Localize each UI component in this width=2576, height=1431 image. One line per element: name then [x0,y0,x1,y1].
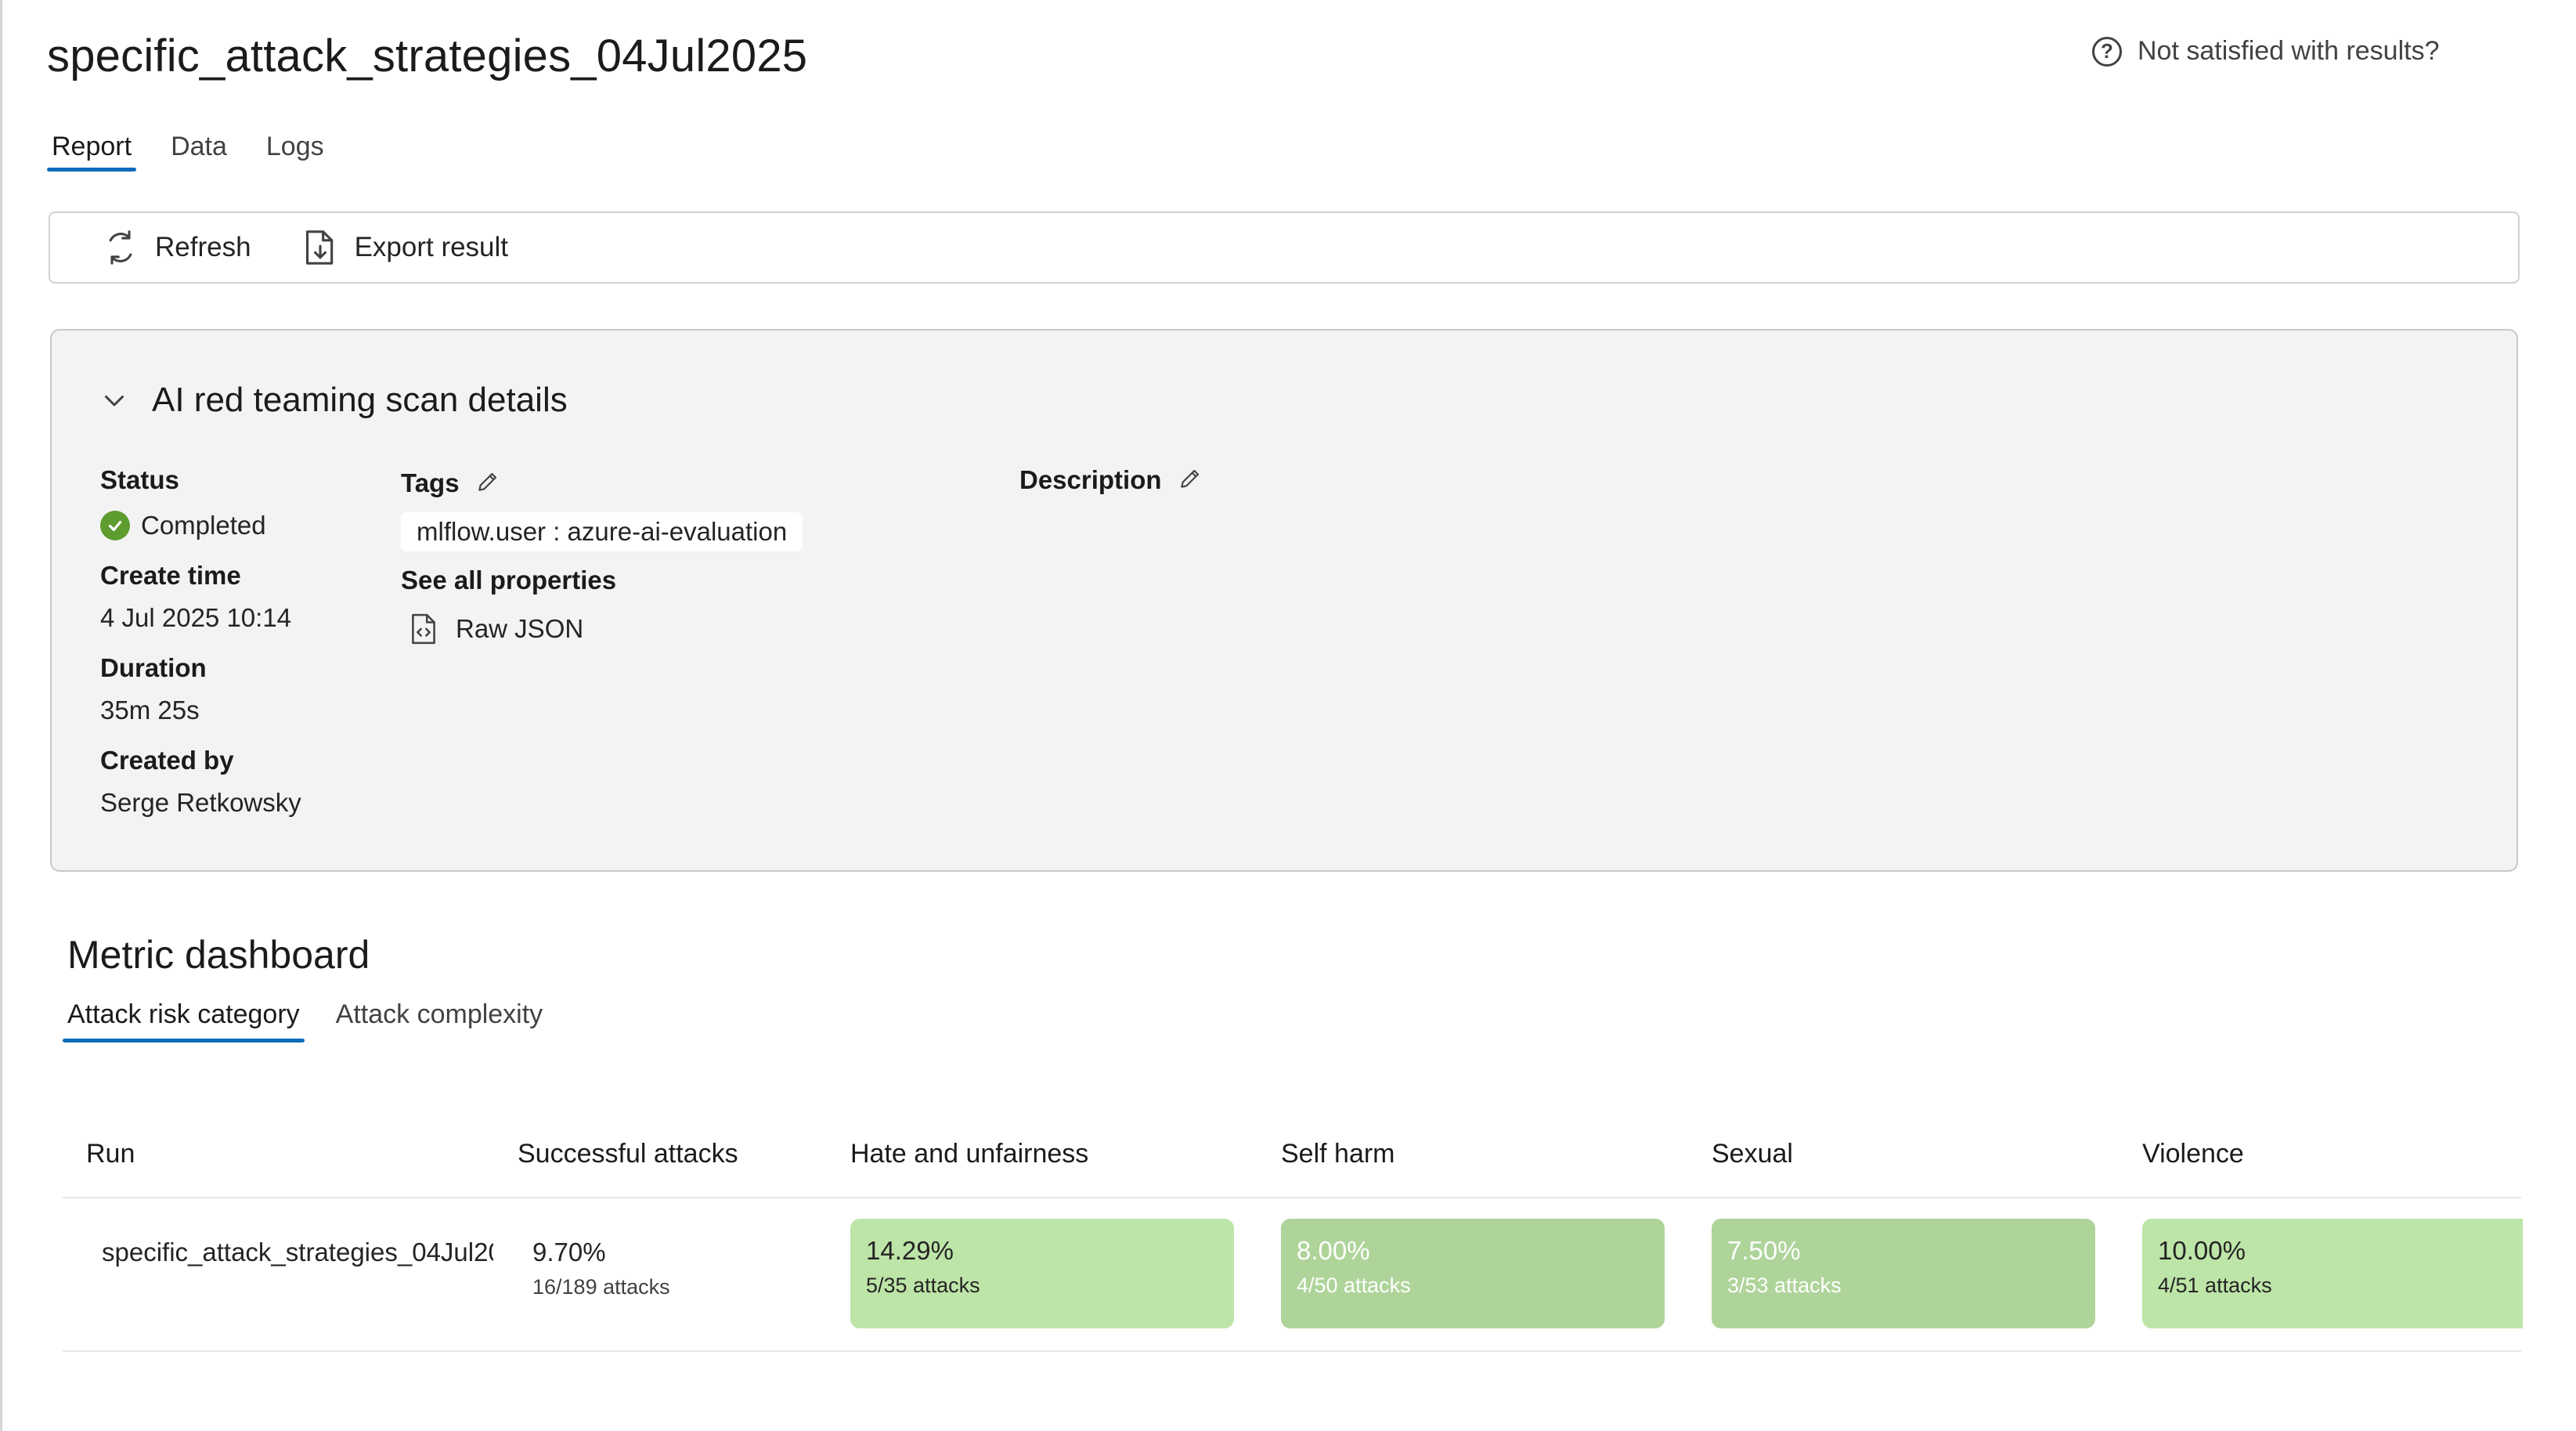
tab-report[interactable]: Report [47,132,137,172]
column-header-sexual[interactable]: Sexual [1712,1139,1793,1169]
metric-tabs: Attack risk category Attack complexity [63,999,547,1043]
toolbar: Refresh Export result [49,211,2520,284]
refresh-label: Refresh [155,232,251,262]
chevron-down-icon [105,396,124,407]
column-header-self-harm[interactable]: Self harm [1281,1139,1395,1169]
feedback-link[interactable]: ? Not satisfied with results? [2092,36,2440,67]
tab-data[interactable]: Data [166,132,232,172]
status-badge: Completed [100,511,301,540]
scan-details-card: AI red teaming scan details Status Compl… [50,329,2518,872]
self-harm-percent: 8.00% [1297,1236,1370,1265]
details-tags: Tags mlflow.user : azure-ai-evaluation S… [401,468,803,645]
status-value: Completed [141,511,266,540]
column-header-successful-attacks[interactable]: Successful attacks [518,1139,738,1169]
tab-attack-complexity[interactable]: Attack complexity [331,999,548,1043]
pencil-icon [1180,469,1199,488]
pencil-icon [478,472,496,491]
scan-details-title: AI red teaming scan details [152,381,568,419]
create-time-label: Create time [100,561,241,590]
successful-attacks-cell: 9.70% 16/189 attacks [532,1238,670,1299]
feedback-label: Not satisfied with results? [2138,36,2440,66]
scan-details-toggle[interactable]: AI red teaming scan details [100,381,568,420]
created-by-value: Serge Retkowsky [100,788,301,817]
question-circle-icon: ? [2092,36,2122,67]
header-divider [63,1197,2521,1198]
page-title: specific_attack_strategies_04Jul2025 [47,31,808,81]
main-tabs: Report Data Logs [47,132,329,172]
hate-percent: 14.29% [866,1236,954,1265]
details-description: Description [1019,465,1203,495]
edit-description-button[interactable] [1178,466,1203,495]
run-name-cell[interactable]: specific_attack_strategies_04Jul2025 [102,1238,493,1267]
successful-attacks-percent: 9.70% [532,1238,606,1267]
see-all-properties-label: See all properties [401,566,617,594]
column-header-hate-and-unfairness[interactable]: Hate and unfairness [850,1139,1088,1169]
duration-label: Duration [100,653,207,682]
violence-count: 4/51 attacks [2158,1274,2272,1297]
window-edge [0,0,2,1431]
raw-json-link[interactable]: Raw JSON [410,613,803,645]
violence-percent: 10.00% [2158,1236,2246,1265]
tab-attack-risk-category[interactable]: Attack risk category [63,999,305,1043]
description-label: Description [1019,465,1162,494]
code-document-icon [412,613,435,645]
successful-attacks-count: 16/189 attacks [532,1275,670,1299]
edit-tags-button[interactable] [475,469,500,498]
export-result-button[interactable]: Export result [303,229,508,266]
refresh-button[interactable]: Refresh [103,229,251,266]
self-harm-cell[interactable]: 8.00% 4/50 attacks [1281,1219,1665,1328]
created-by-label: Created by [100,746,234,775]
duration-value: 35m 25s [100,696,200,725]
raw-json-label: Raw JSON [456,614,584,643]
tags-label: Tags [401,468,460,497]
metric-dashboard-title: Metric dashboard [67,933,370,977]
self-harm-count: 4/50 attacks [1297,1274,1411,1297]
refresh-icon [109,230,132,265]
details-summary: Status Completed Create time 4 Jul 2025 … [100,465,301,818]
create-time-value: 4 Jul 2025 10:14 [100,603,292,632]
hate-count: 5/35 attacks [866,1274,980,1297]
hate-and-unfairness-cell[interactable]: 14.29% 5/35 attacks [850,1219,1234,1328]
export-document-icon [305,230,333,265]
tag-chip: mlflow.user : azure-ai-evaluation [401,512,803,551]
row-divider [63,1350,2521,1352]
tab-logs[interactable]: Logs [262,132,329,172]
page: specific_attack_strategies_04Jul2025 ? N… [0,0,2576,1431]
sexual-count: 3/53 attacks [1727,1274,1842,1297]
violence-cell[interactable]: 10.00% 4/51 attacks [2142,1219,2523,1328]
export-label: Export result [354,232,509,262]
sexual-cell[interactable]: 7.50% 3/53 attacks [1712,1219,2095,1328]
column-header-violence[interactable]: Violence [2142,1139,2244,1169]
sexual-percent: 7.50% [1727,1236,1801,1265]
checkmark-circle-icon [100,511,130,540]
status-label: Status [100,465,179,494]
column-header-run[interactable]: Run [86,1139,135,1169]
